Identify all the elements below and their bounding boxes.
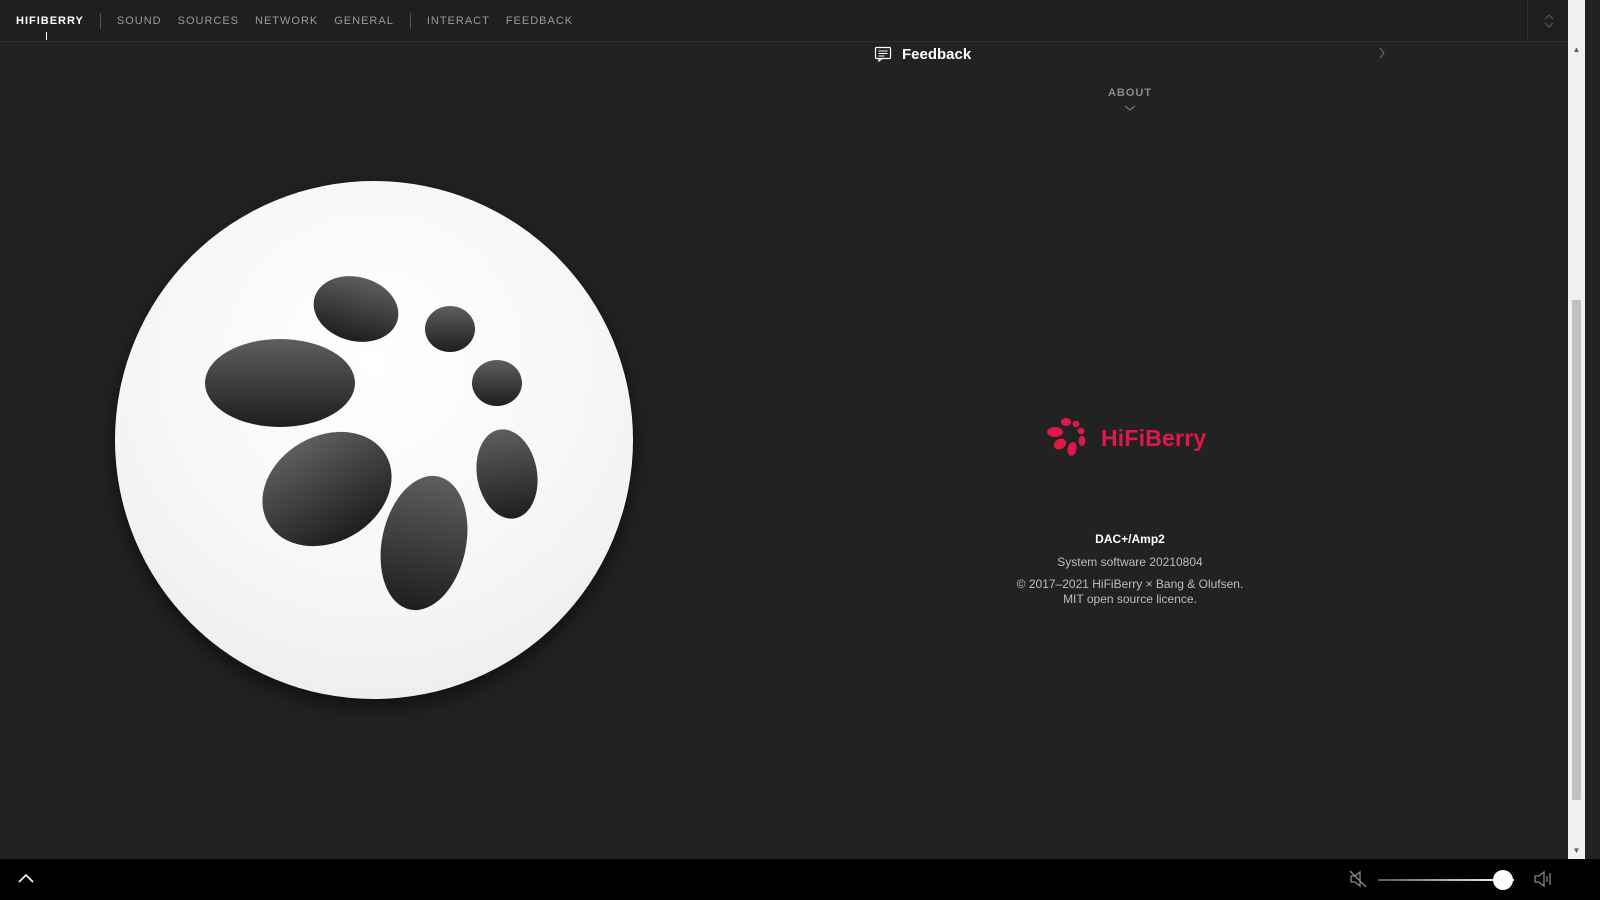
berry-logo-icon xyxy=(1047,418,1086,456)
main-nav: HIFIBERRY SOUND SOURCES NETWORK GENERAL … xyxy=(16,0,589,41)
copyright-line: © 2017–2021 HiFiBerry × Bang & Olufsen. xyxy=(1016,577,1244,591)
top-nav-bar: HIFIBERRY SOUND SOURCES NETWORK GENERAL … xyxy=(0,0,1568,42)
nav-divider xyxy=(99,12,101,29)
nav-item-general[interactable]: GENERAL xyxy=(334,15,394,27)
system-software-version: System software 20210804 xyxy=(1057,555,1203,569)
feedback-label: Feedback xyxy=(902,45,972,63)
licence-line: MIT open source licence. xyxy=(1063,592,1197,606)
expand-now-playing-button[interactable] xyxy=(14,867,38,891)
scroll-up-arrow-icon[interactable]: ▲ xyxy=(1568,41,1585,58)
active-tab-indicator xyxy=(46,32,47,40)
chevron-right-icon xyxy=(1379,47,1385,59)
hifiberry-brand-logo: HiFiBerry xyxy=(1045,412,1206,464)
nav-item-network[interactable]: NETWORK xyxy=(255,15,318,27)
speaker-mute-icon xyxy=(1349,870,1367,888)
nav-item-sources[interactable]: SOURCES xyxy=(178,15,239,27)
hifiberry-artwork xyxy=(115,181,633,699)
nav-divider xyxy=(409,12,411,29)
chevron-down-icon xyxy=(1124,105,1136,111)
nav-item-sound[interactable]: SOUND xyxy=(117,15,162,27)
copyright-notice: © 2017–2021 HiFiBerry × Bang & Olufsen. … xyxy=(980,577,1280,607)
chevron-up-icon xyxy=(18,873,34,883)
scrollbar-thumb[interactable] xyxy=(1572,300,1581,800)
nav-item-hifiberry[interactable]: HIFIBERRY xyxy=(16,15,84,27)
page-scrollbar[interactable]: ▲ ▼ xyxy=(1568,0,1585,859)
chat-icon xyxy=(874,46,892,62)
bottom-player-bar xyxy=(0,859,1600,900)
nav-item-feedback[interactable]: FEEDBACK xyxy=(506,15,573,27)
speaker-loud-icon xyxy=(1534,870,1551,888)
updown-chevron-icon xyxy=(1544,13,1553,28)
volume-slider-handle[interactable] xyxy=(1493,870,1514,890)
about-section-heading: ABOUT xyxy=(1107,87,1153,99)
brand-name: HiFiBerry xyxy=(1101,424,1207,451)
berry-logo-icon xyxy=(205,276,538,611)
scroll-down-arrow-icon[interactable]: ▼ xyxy=(1568,842,1585,859)
mute-button[interactable] xyxy=(1346,867,1370,891)
nav-item-interact[interactable]: INTERACT xyxy=(427,15,490,27)
feedback-menu-item[interactable]: Feedback xyxy=(874,41,1394,67)
scroll-toggle-button[interactable] xyxy=(1527,0,1569,41)
volume-max-button[interactable] xyxy=(1531,867,1555,891)
device-model: DAC+/Amp2 xyxy=(1095,532,1165,546)
